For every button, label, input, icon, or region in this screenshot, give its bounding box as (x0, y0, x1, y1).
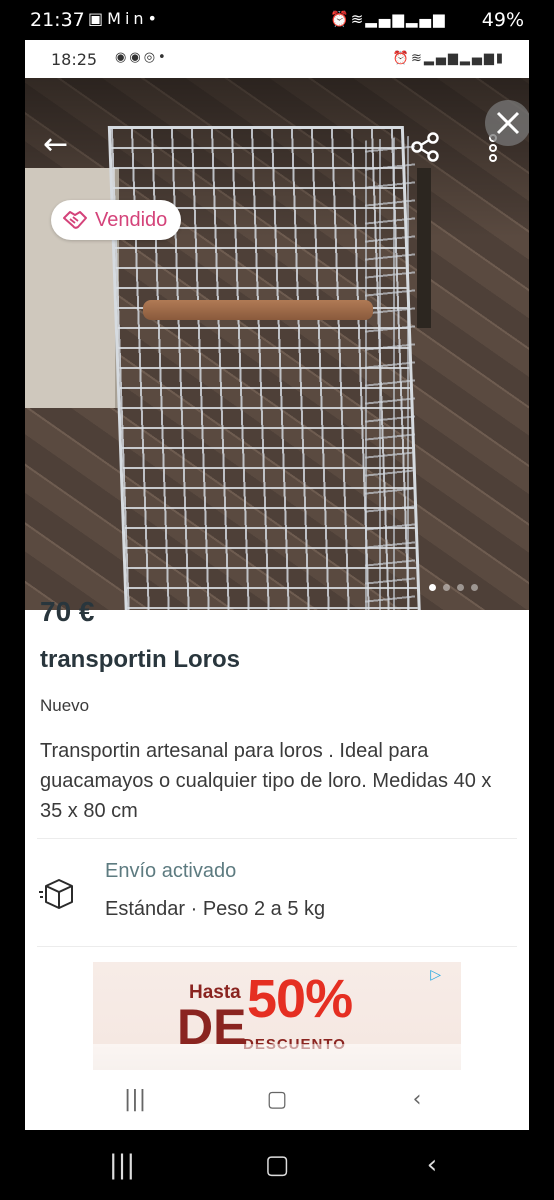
dot-icon: • (147, 9, 161, 28)
alarm-icon: ⏰ (330, 10, 351, 28)
recent-apps-icon[interactable]: ||| (100, 1148, 144, 1182)
inner-status-time: 18:25 (51, 50, 98, 69)
app-screenshot-frame: 18:25 ◉◉◎• ⏰≋▂▄▆▂▄▆▮ ← Vendido 70 € tran… (25, 40, 529, 1130)
signal-icon: ▂▄▆ (423, 51, 460, 66)
outer-system-icons: ⏰≋▂▄▆▂▄▆ (330, 10, 446, 28)
pagination-dot[interactable] (457, 584, 464, 591)
recent-apps-icon[interactable]: ||| (115, 1084, 155, 1116)
outer-notification-icons: ▣Min• (88, 9, 161, 28)
chrome-icon: ◎ (143, 50, 159, 65)
inner-notification-icons: ◉◉◎• (115, 50, 169, 65)
close-icon[interactable] (485, 100, 529, 146)
wifi-icon: ≋ (350, 10, 366, 28)
dot-icon: • (158, 50, 169, 65)
sold-badge-label: Vendido (95, 208, 168, 231)
home-icon[interactable]: ▢ (257, 1084, 297, 1116)
back-icon[interactable]: ‹ (397, 1084, 437, 1116)
sold-badge: Vendido (51, 200, 182, 240)
outer-status-time: 21:37 (30, 9, 85, 31)
alert-icon: ◉ (129, 50, 144, 65)
divider (37, 946, 517, 947)
outer-battery-level: 49% (481, 9, 524, 31)
pagination-dot[interactable] (443, 584, 450, 591)
image-icon: ▣ (88, 9, 108, 28)
signal-icon: ▂▄▆ (459, 51, 496, 66)
alert-icon: ◉ (115, 50, 130, 65)
photo-perch (143, 300, 373, 320)
outer-status-bar: 21:37 ▣Min• ⏰≋▂▄▆▂▄▆ 49% (0, 0, 554, 40)
listing-price: 70 € (40, 596, 95, 627)
listing-title: transportin Loros (40, 646, 241, 673)
back-arrow-icon[interactable]: ← (43, 128, 77, 162)
package-icon (39, 879, 73, 909)
pagination-dot[interactable] (471, 584, 478, 591)
photo-pagination (429, 584, 478, 591)
outer-navigation-bar: ||| ▢ ‹ (0, 1130, 554, 1200)
handshake-icon (63, 211, 87, 229)
wifi-icon: ≋ (410, 51, 424, 66)
inner-system-icons: ⏰≋▂▄▆▂▄▆▮ (393, 51, 505, 66)
advertisement-banner[interactable]: ▷ Hasta 50% DE DESCUENTO (93, 962, 461, 1082)
shipping-status: Envío activado (105, 860, 237, 882)
gmail-icon: M (107, 9, 125, 28)
linkedin-icon: in (124, 9, 148, 28)
alarm-icon: ⏰ (392, 51, 411, 66)
inner-status-bar: 18:25 ◉◉◎• ⏰≋▂▄▆▂▄▆▮ (25, 40, 529, 78)
signal-icon: ▂▄▆ (365, 10, 406, 28)
photo-cage (107, 126, 423, 610)
battery-icon: ▮ (495, 51, 505, 66)
listing-condition: Nuevo (40, 696, 90, 715)
adchoices-icon[interactable]: ▷ (430, 966, 441, 983)
ad-discount-percent: 50% (247, 969, 353, 1029)
inner-navigation-bar: ||| ▢ ‹ (25, 1070, 529, 1130)
photo-background-post (417, 168, 431, 328)
home-icon[interactable]: ▢ (255, 1148, 299, 1182)
signal-icon: ▂▄▆ (405, 10, 447, 28)
pagination-dot-active[interactable] (429, 584, 436, 591)
share-icon[interactable] (409, 130, 443, 164)
divider (37, 838, 517, 839)
listing-description: Transportin artesanal para loros . Ideal… (40, 740, 492, 822)
shipping-detail: Estándar · Peso 2 a 5 kg (105, 898, 326, 920)
back-icon[interactable]: ‹ (410, 1148, 454, 1182)
product-photo[interactable]: ← Vendido (25, 78, 529, 610)
